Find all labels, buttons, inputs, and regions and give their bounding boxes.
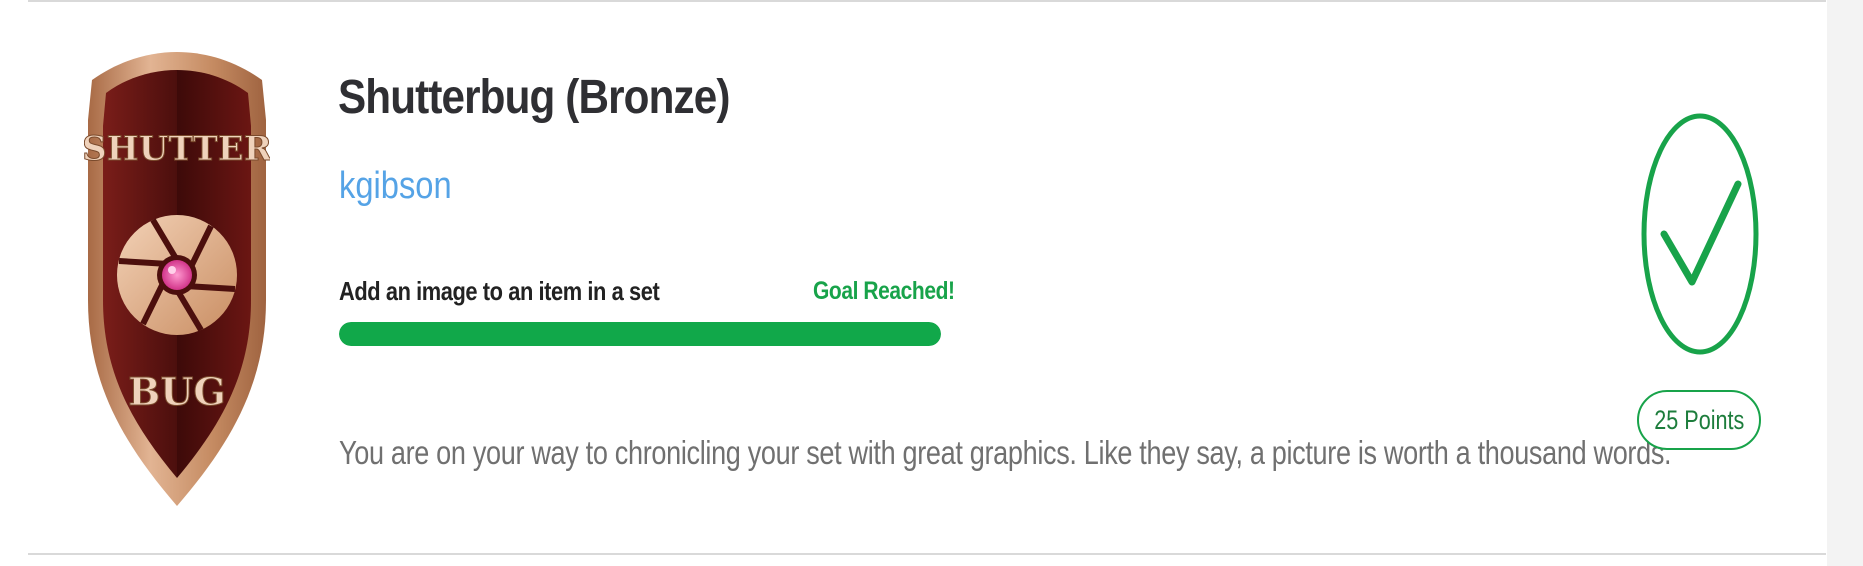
badge-bottom-text: BUG: [128, 369, 226, 414]
username-link[interactable]: kgibson: [339, 165, 452, 208]
scrollbar-track[interactable]: [1827, 0, 1863, 566]
goal-progress-bar: [339, 322, 941, 346]
badge-top-text: SHUTTER: [84, 129, 270, 169]
points-badge: 25 Points: [1637, 390, 1761, 450]
completed-status: [1640, 112, 1760, 356]
bottom-divider: [28, 553, 1826, 555]
goal-progress-fill: [339, 322, 941, 346]
checkmark-circle-icon: [1641, 113, 1759, 355]
achievement-title: Shutterbug (Bronze): [338, 71, 730, 124]
top-divider: [28, 0, 1826, 2]
points-label: 25 Points: [1653, 405, 1745, 435]
goal-label: Add an image to an item in a set: [339, 276, 660, 306]
goal-status: Goal Reached!: [813, 277, 955, 305]
achievement-page: SHUTTER BUG Shutterbug (Bronze) kgibson …: [0, 0, 1863, 566]
shutterbug-badge-icon: SHUTTER BUG: [84, 52, 270, 506]
achievement-description: You are on your way to chronicling your …: [339, 434, 1672, 471]
achievement-badge: SHUTTER BUG: [84, 50, 270, 510]
